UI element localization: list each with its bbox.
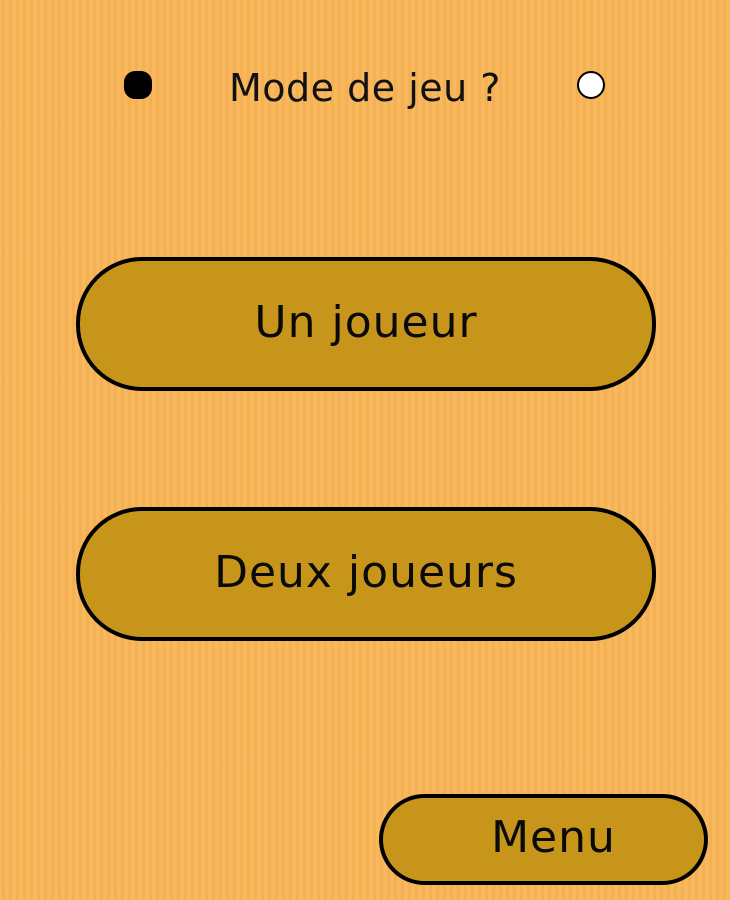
- page-title: Mode de jeu ?: [229, 66, 501, 110]
- two-players-button[interactable]: Deux joueurs: [76, 507, 656, 641]
- black-stone-icon: [124, 71, 152, 99]
- game-mode-screen: Mode de jeu ? Un joueur Deux joueurs Men…: [0, 0, 730, 900]
- header: Mode de jeu ?: [0, 62, 730, 114]
- one-player-button[interactable]: Un joueur: [76, 257, 656, 391]
- white-stone-icon: [577, 71, 605, 99]
- menu-button[interactable]: Menu: [379, 794, 708, 885]
